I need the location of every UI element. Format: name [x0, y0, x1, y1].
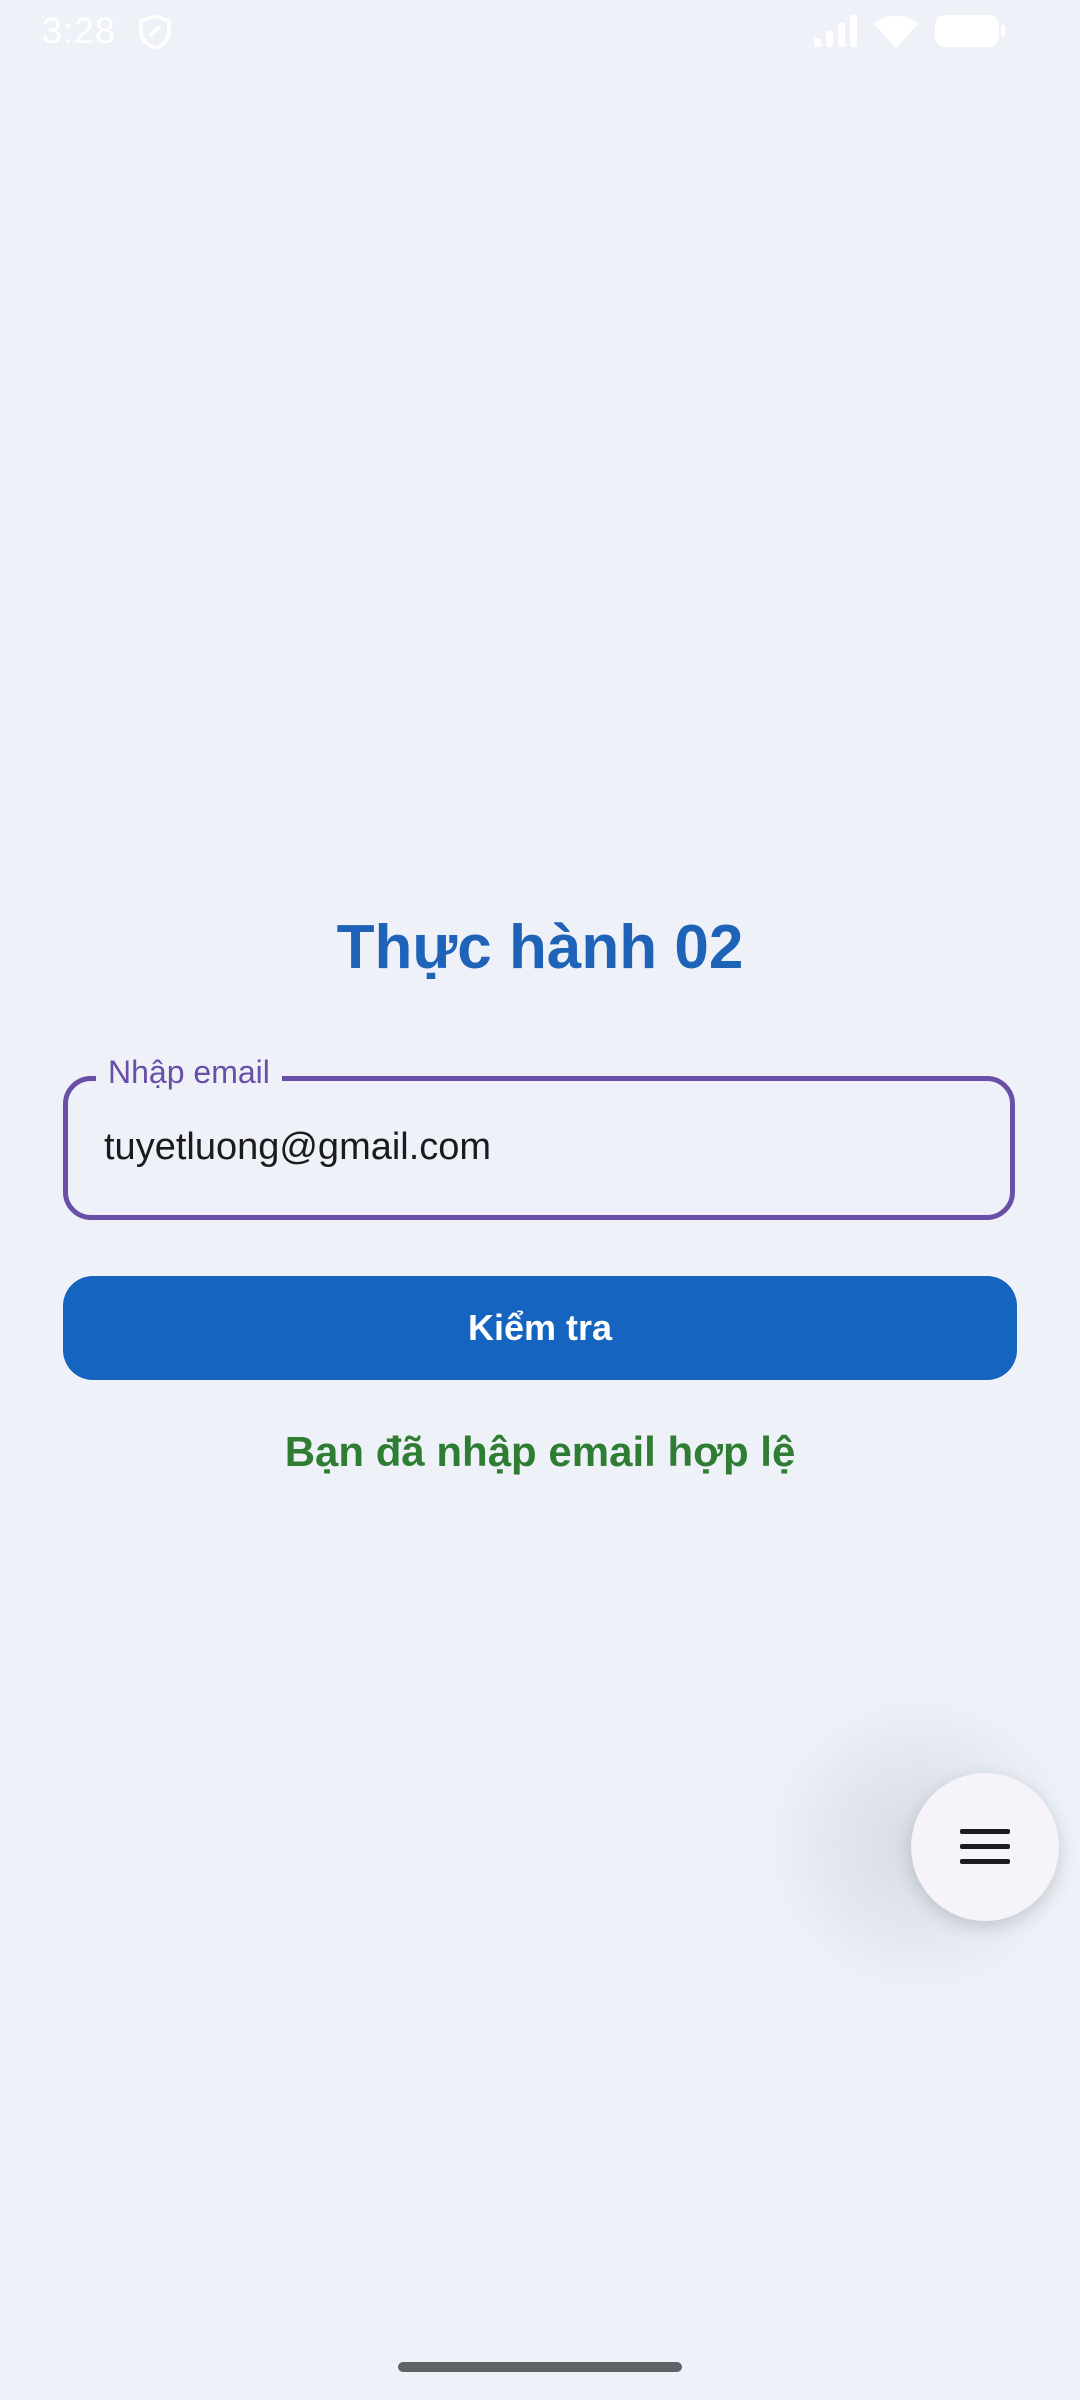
email-input[interactable]: [104, 1117, 964, 1177]
wifi-icon: [874, 15, 918, 48]
check-button[interactable]: Kiểm tra: [63, 1276, 1017, 1380]
email-field-label: Nhập email: [96, 1045, 282, 1099]
status-bar: 3:28: [0, 0, 1080, 64]
menu-icon: [960, 1829, 1010, 1864]
menu-fab-button[interactable]: [911, 1773, 1059, 1921]
battery-icon: [935, 15, 1005, 47]
email-field[interactable]: Nhập email: [63, 1045, 1015, 1220]
signal-icon: [814, 15, 857, 47]
gesture-bar[interactable]: [398, 2362, 682, 2372]
page-title: Thực hành 02: [336, 913, 744, 982]
shield-icon: [139, 14, 171, 50]
status-time: 3:28: [42, 10, 117, 51]
result-message: Bạn đã nhập email hợp lệ: [284, 1428, 796, 1475]
